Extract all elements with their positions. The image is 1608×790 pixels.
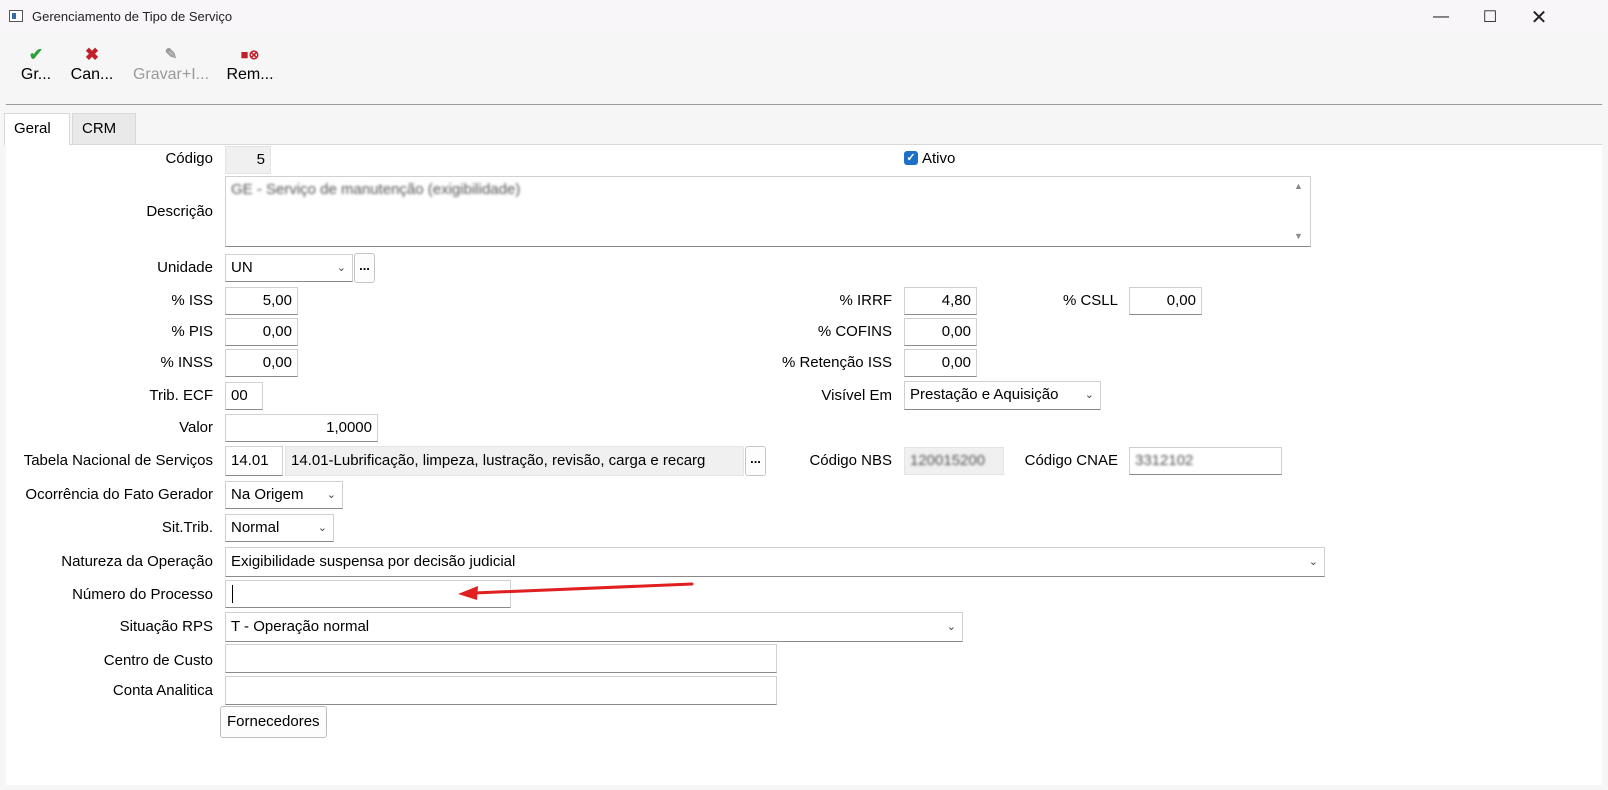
- remove-icon: ■⊗: [240, 47, 260, 62]
- numero-processo-label: Número do Processo: [72, 586, 213, 603]
- ocorrencia-value: Na Origem: [231, 486, 304, 503]
- remove-button[interactable]: ■⊗ Rem...: [222, 44, 278, 94]
- chevron-down-icon: ⌄: [1084, 389, 1094, 401]
- codigo-label: Código: [165, 150, 213, 167]
- retencao-iss-field[interactable]: 0,00: [904, 349, 977, 377]
- visivel-em-value: Prestação e Aquisição: [910, 386, 1059, 403]
- codigo-cnae-value: 3312102: [1135, 452, 1194, 469]
- conta-analitica-field[interactable]: [225, 676, 777, 705]
- annotation-arrow: [458, 582, 694, 600]
- tab-geral[interactable]: Geral: [4, 113, 70, 145]
- codigo-nbs-field: 120015200: [904, 447, 1004, 475]
- descricao-label: Descrição: [146, 203, 213, 220]
- maximize-icon[interactable]: ☐: [1467, 0, 1513, 34]
- app-window-icon: [9, 10, 23, 22]
- centro-custo-label: Centro de Custo: [103, 652, 213, 669]
- codigo-nbs-label: Código NBS: [809, 452, 892, 469]
- cancel-button-label: Can...: [70, 66, 114, 83]
- save-button[interactable]: ✔ Gr...: [16, 44, 56, 94]
- codigo-cnae-field[interactable]: 3312102: [1129, 447, 1282, 475]
- iss-field[interactable]: 5,00: [225, 287, 298, 315]
- csll-field[interactable]: 0,00: [1129, 287, 1202, 315]
- irrf-label: % IRRF: [839, 292, 893, 309]
- tab-crm[interactable]: CRM: [72, 113, 136, 145]
- natureza-select[interactable]: Exigibilidade suspensa por decisão judic…: [225, 547, 1325, 577]
- pis-field[interactable]: 0,00: [225, 318, 298, 346]
- text-caret: [232, 585, 233, 603]
- irrf-field[interactable]: 4,80: [904, 287, 977, 315]
- chevron-down-icon: ⌄: [317, 522, 327, 534]
- save-new-icon: ✎: [164, 46, 178, 63]
- chevron-down-icon: ⌄: [1308, 556, 1318, 568]
- fornecedores-button[interactable]: Fornecedores: [220, 706, 327, 738]
- ocorrencia-label: Ocorrência do Fato Gerador: [25, 486, 213, 503]
- sit-trib-select[interactable]: Normal ⌄: [225, 514, 334, 542]
- retencao-iss-label: % Retenção ISS: [781, 354, 892, 371]
- descricao-text: GE - Serviço de manutenção (exigibilidad…: [231, 181, 521, 198]
- cancel-button[interactable]: ✖ Can...: [66, 44, 118, 94]
- tabela-nacional-description: 14.01-Lubrificação, limpeza, lustração, …: [285, 446, 744, 476]
- conta-analitica-label: Conta Analitica: [112, 682, 213, 699]
- ativo-label: Ativo: [922, 150, 956, 167]
- descricao-textarea[interactable]: GE - Serviço de manutenção (exigibilidad…: [225, 176, 1311, 247]
- x-icon: ✖: [84, 45, 100, 64]
- unidade-label: Unidade: [157, 259, 213, 276]
- tabela-nacional-lookup-button[interactable]: ...: [745, 446, 766, 476]
- unidade-select[interactable]: UN ⌄: [225, 254, 353, 282]
- chevron-down-icon: ⌄: [336, 262, 346, 274]
- save-new-button-label: Gravar+I...: [132, 66, 210, 83]
- situacao-rps-value: T - Operação normal: [231, 618, 370, 635]
- centro-custo-field[interactable]: [225, 644, 777, 673]
- checkmark-icon: ✔: [28, 45, 44, 64]
- tabela-nacional-code-field[interactable]: 14.01: [225, 446, 283, 476]
- inss-field[interactable]: 0,00: [225, 349, 298, 377]
- unidade-value: UN: [231, 259, 253, 276]
- codigo-nbs-value: 120015200: [910, 452, 986, 469]
- window-title: Gerenciamento de Tipo de Serviço: [32, 9, 233, 24]
- valor-field[interactable]: 1,0000: [225, 414, 378, 442]
- close-icon[interactable]: ✕: [1516, 0, 1562, 34]
- situacao-rps-label: Situação RPS: [119, 618, 213, 635]
- ocorrencia-select[interactable]: Na Origem ⌄: [225, 481, 343, 509]
- scroll-up-icon[interactable]: ▲: [1294, 181, 1303, 191]
- save-button-label: Gr...: [20, 66, 52, 83]
- iss-label: % ISS: [171, 292, 213, 309]
- cofins-field[interactable]: 0,00: [904, 318, 977, 346]
- natureza-value: Exigibilidade suspensa por decisão judic…: [231, 553, 516, 570]
- sit-trib-label: Sit.Trib.: [161, 519, 213, 536]
- cofins-label: % COFINS: [817, 323, 892, 340]
- chevron-down-icon: ⌄: [946, 621, 956, 633]
- tabela-nacional-label: Tabela Nacional de Serviços: [23, 452, 213, 469]
- situacao-rps-select[interactable]: T - Operação normal ⌄: [225, 612, 963, 642]
- ativo-checkbox[interactable]: ✓: [904, 151, 918, 165]
- trib-ecf-field[interactable]: 00: [225, 382, 263, 410]
- unidade-lookup-button[interactable]: ...: [354, 253, 375, 283]
- scroll-down-icon[interactable]: ▼: [1294, 231, 1303, 241]
- minimize-icon[interactable]: —: [1418, 0, 1464, 34]
- save-and-new-button[interactable]: ✎ Gravar+I...: [124, 44, 218, 94]
- valor-label: Valor: [179, 419, 213, 436]
- natureza-label: Natureza da Operação: [61, 553, 213, 570]
- toolbar-divider: [6, 104, 1602, 105]
- inss-label: % INSS: [160, 354, 213, 371]
- remove-button-label: Rem...: [226, 66, 274, 83]
- pis-label: % PIS: [171, 323, 213, 340]
- codigo-field: 5: [225, 146, 271, 174]
- csll-label: % CSLL: [1062, 292, 1118, 309]
- title-bar: [0, 0, 1608, 34]
- visivel-em-select[interactable]: Prestação e Aquisição ⌄: [904, 381, 1101, 410]
- codigo-cnae-label: Código CNAE: [1024, 452, 1118, 469]
- visivel-em-label: Visível Em: [821, 387, 892, 404]
- chevron-down-icon: ⌄: [326, 489, 336, 501]
- sit-trib-value: Normal: [231, 519, 280, 536]
- trib-ecf-label: Trib. ECF: [149, 387, 213, 404]
